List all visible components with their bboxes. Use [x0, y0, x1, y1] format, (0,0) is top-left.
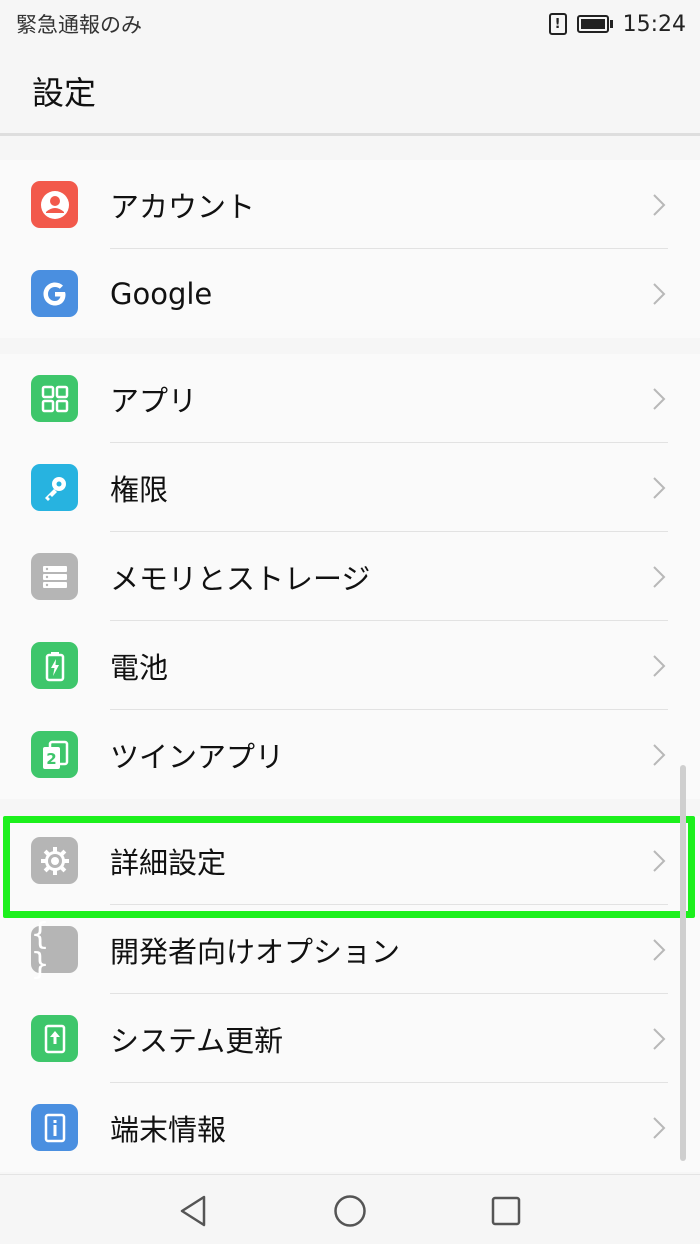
settings-item-twin-apps[interactable]: 2 ツインアプリ — [0, 710, 700, 799]
clock: 15:24 — [622, 11, 686, 37]
settings-item-advanced[interactable]: 詳細設定 — [0, 816, 700, 905]
settings-item-system-update[interactable]: システム更新 — [0, 994, 700, 1083]
settings-item-label: 開発者向けオプション — [110, 934, 401, 969]
chevron-right-icon — [653, 387, 666, 410]
settings-item-label: 権限 — [110, 472, 169, 507]
info-icon — [31, 1104, 78, 1151]
navigation-bar — [0, 1174, 700, 1244]
settings-item-apps[interactable]: アプリ — [0, 354, 700, 443]
chevron-right-icon — [653, 849, 666, 872]
settings-item-storage[interactable]: メモリとストレージ — [0, 532, 700, 621]
svg-text:2: 2 — [46, 750, 56, 768]
chevron-right-icon — [653, 1116, 666, 1139]
key-icon — [31, 464, 78, 511]
settings-item-permissions[interactable]: 権限 — [0, 443, 700, 532]
page-title: 設定 — [32, 73, 97, 112]
app-bar: 設定 — [0, 48, 700, 136]
status-icons: ! 15:24 — [548, 11, 686, 37]
settings-group-system: 詳細設定 { } 開発者向けオプション システム更新 端末情報 — [0, 816, 700, 1172]
chevron-right-icon — [653, 476, 666, 499]
chevron-right-icon — [653, 282, 666, 305]
battery-icon — [576, 15, 613, 33]
system-update-icon — [31, 1015, 78, 1062]
settings-group-apps: アプリ 権限 メモリとストレージ 電池 2 ツインアプリ — [0, 354, 700, 799]
chevron-right-icon — [653, 938, 666, 961]
apps-grid-icon — [31, 375, 78, 422]
chevron-right-icon — [653, 193, 666, 216]
recents-icon[interactable] — [488, 1193, 524, 1229]
settings-item-label: アプリ — [110, 383, 198, 418]
twin-apps-icon: 2 — [31, 731, 78, 778]
settings-item-battery[interactable]: 電池 — [0, 621, 700, 710]
status-bar: 緊急通報のみ ! 15:24 — [0, 0, 700, 48]
battery-icon — [31, 642, 78, 689]
gear-icon — [31, 837, 78, 884]
carrier-status-text: 緊急通報のみ — [16, 13, 142, 37]
settings-item-label: ツインアプリ — [110, 739, 285, 774]
chevron-right-icon — [653, 565, 666, 588]
settings-item-label: 電池 — [110, 650, 169, 685]
settings-item-device-info[interactable]: 端末情報 — [0, 1083, 700, 1172]
settings-item-google[interactable]: Google — [0, 249, 700, 338]
settings-item-label: 詳細設定 — [110, 845, 227, 880]
sim-alert-icon: ! — [548, 13, 567, 35]
settings-item-account[interactable]: アカウント — [0, 160, 700, 249]
braces-icon: { } — [31, 919, 78, 979]
account-icon — [31, 181, 78, 228]
settings-group-accounts: アカウント Google — [0, 160, 700, 338]
storage-icon — [31, 553, 78, 600]
scrollbar[interactable] — [680, 765, 686, 1161]
settings-item-label: メモリとストレージ — [110, 561, 371, 596]
home-icon[interactable] — [332, 1193, 368, 1229]
back-icon[interactable] — [176, 1193, 212, 1229]
settings-item-label: 端末情報 — [110, 1112, 227, 1147]
google-icon — [31, 270, 78, 317]
chevron-right-icon — [653, 654, 666, 677]
chevron-right-icon — [653, 1027, 666, 1050]
settings-item-developer-options[interactable]: { } 開発者向けオプション — [0, 905, 700, 994]
settings-item-label: アカウント — [110, 189, 256, 224]
chevron-right-icon — [653, 743, 666, 766]
settings-item-label: Google — [110, 276, 213, 311]
settings-item-label: システム更新 — [110, 1023, 284, 1058]
